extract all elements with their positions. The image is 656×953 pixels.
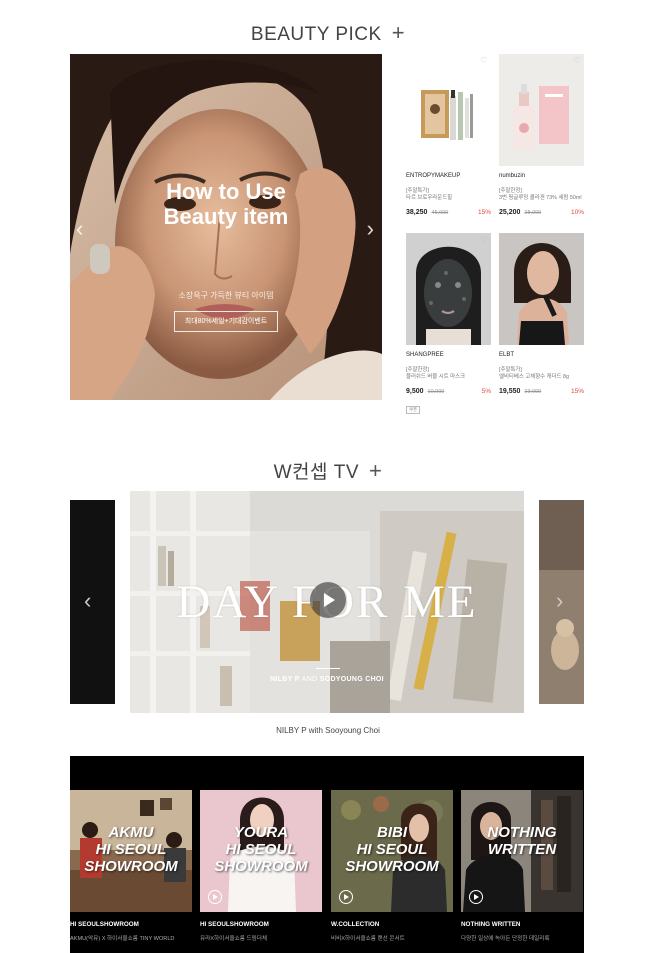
thumb-line: YOURA [233, 824, 289, 841]
showroom-card[interactable]: YOURA HI SEOUL SHOWROOM HI SEOULSHOWROOM… [200, 790, 322, 942]
showroom-card-title[interactable]: HI SEOULSHOWROOM [200, 921, 322, 928]
showroom-card[interactable]: AKMU HI SEOUL SHOWROOM HI SEOULSHOWROOM … [70, 790, 192, 942]
play-icon[interactable] [469, 890, 483, 904]
product-card[interactable]: ELBT [주말특가] 엘비티베스 고체향수 캐더드 8g 19,550 23,0… [499, 233, 584, 398]
thumb-line: WRITTEN [487, 841, 557, 858]
product-image[interactable]: ♡ [406, 54, 491, 166]
product-discount: 15% [570, 388, 584, 395]
showroom-thumbnail[interactable]: YOURA HI SEOUL SHOWROOM [200, 790, 322, 912]
showroom-card-desc: 비비X하이서울쇼룸 랜선 콘서트 [331, 936, 405, 942]
tv-prev-slide[interactable] [70, 500, 115, 704]
product-discount: 10% [570, 209, 584, 216]
showroom-card[interactable]: BIBI HI SEOUL SHOWROOM W.COLLECTION 비비X하… [331, 790, 453, 942]
product-category: [주말특가] [499, 367, 522, 373]
product-name[interactable]: 타르 브로우라운드힐 [406, 193, 491, 201]
beauty-hero-banner[interactable]: How to Use Beauty item 소장욕구 가득한 뷰티 아이템 최… [70, 54, 382, 400]
chevron-left-icon[interactable]: ‹ [84, 588, 91, 614]
showroom-card-title[interactable]: HI SEOULSHOWROOM [70, 921, 192, 928]
product-category: [주말한정] [406, 367, 429, 373]
product-brand: numbuzin [499, 173, 526, 179]
heart-icon[interactable]: ♡ [480, 236, 488, 244]
hero-headline-line1: How to Use [166, 179, 286, 204]
thumb-line: HI SEOUL [225, 841, 297, 858]
product-brand: ELBT [499, 352, 515, 358]
chevron-left-icon[interactable]: ‹ [76, 216, 83, 242]
showroom-thumbnail-text: AKMU HI SEOUL SHOWROOM [70, 824, 192, 875]
showroom-card-title[interactable]: NOTHING WRITTEN [461, 921, 583, 928]
showroom-card-desc: AKMU(악뮤) X 하이서울쇼룸 TINY WORLD [70, 936, 175, 942]
heart-icon[interactable]: ♡ [480, 57, 488, 65]
product-image[interactable] [499, 233, 584, 345]
chevron-right-icon[interactable]: › [556, 588, 563, 614]
play-icon[interactable] [339, 890, 353, 904]
product-image[interactable]: ♡ [406, 233, 491, 345]
plus-icon[interactable]: + [369, 458, 382, 484]
showroom-thumbnail[interactable]: BIBI HI SEOUL SHOWROOM [331, 790, 453, 912]
hero-subtitle: 소장욕구 가득한 뷰티 아이템 [178, 291, 274, 300]
divider [316, 668, 340, 669]
product-discount: 15% [477, 209, 491, 216]
chevron-right-icon[interactable]: › [367, 216, 374, 242]
showroom-thumbnail-text: BIBI HI SEOUL SHOWROOM [331, 824, 453, 875]
showroom-card-desc: 다양한 일상에 녹아든 단정한 데일리룩 [461, 936, 550, 942]
showroom-thumbnail-text: NOTHING WRITTEN [461, 824, 583, 858]
thumb-line: HI SEOUL [356, 841, 428, 858]
product-category: [주말특가] [406, 188, 429, 194]
heart-icon[interactable]: ♡ [573, 57, 581, 65]
product-discount: 5% [481, 388, 491, 395]
thumb-line: SHOWROOM [214, 858, 308, 875]
product-original-price: 23,000 [524, 389, 542, 395]
product-brand: SHANGPREE [406, 352, 444, 358]
product-brand: ENTROPYMAKEUP [406, 173, 461, 179]
tv-video-caption[interactable]: NILBY P with Sooyoung Choi [0, 726, 656, 735]
product-prices: 38,250 45,000 15% [406, 209, 491, 219]
showroom-card[interactable]: NOTHING WRITTEN NOTHING WRITTEN 다양한 일상에 … [461, 790, 583, 942]
wconcept-tv-title-text: W컨셉 TV [273, 462, 360, 483]
coupon-badge: 쿠폰 [406, 406, 421, 414]
product-card[interactable]: ♡ SHANGPREE [주말한정] 블러쉬드 버블 시트 마스크 9,500 1… [406, 233, 491, 416]
thumb-line: AKMU [108, 824, 154, 841]
product-price: 25,200 [499, 209, 521, 216]
beauty-pick-title-text: BEAUTY PICK [250, 24, 382, 45]
product-original-price: 10,000 [427, 389, 445, 395]
play-icon[interactable] [208, 890, 222, 904]
product-name[interactable]: 엘비티베스 고체향수 캐더드 8g [499, 372, 584, 380]
play-icon[interactable] [310, 582, 346, 618]
thumb-line: BIBI [377, 824, 407, 841]
thumb-line: HI SEOUL [95, 841, 167, 858]
product-name[interactable]: 블러쉬드 버블 시트 마스크 [406, 372, 491, 380]
product-original-price: 28,000 [524, 210, 542, 216]
product-category: [주말한정] [499, 188, 522, 194]
showroom-card-desc: 유라X하이서울쇼룸 드림더체 [200, 936, 268, 942]
showroom-thumbnail[interactable]: AKMU HI SEOUL SHOWROOM [70, 790, 192, 912]
wconcept-tv-title[interactable]: W컨셉 TV + [0, 457, 656, 484]
product-card[interactable]: ♡ numbuzin [주말한정] 3번 핑글루밍 콜라겐 73% 세럼 50m… [499, 54, 584, 219]
thumb-line: SHOWROOM [345, 858, 439, 875]
product-prices: 25,200 28,000 10% [499, 209, 584, 219]
hero-headline: How to Use Beauty item [70, 179, 382, 229]
beauty-pick-title[interactable]: BEAUTY PICK + [0, 20, 656, 46]
tv-credit: NILBY P AND SODYOUNG CHOI [130, 676, 524, 683]
product-price: 19,550 [499, 388, 521, 395]
product-price: 38,250 [406, 209, 428, 216]
product-price: 9,500 [406, 388, 424, 395]
tv-credit-a: NILBY P [270, 676, 300, 683]
product-image[interactable]: ♡ [499, 54, 584, 166]
product-original-price: 45,000 [431, 210, 449, 216]
showroom-card-title[interactable]: W.COLLECTION [331, 921, 453, 928]
tv-credit-b: SODYOUNG CHOI [319, 676, 384, 683]
product-prices: 19,550 23,000 15% [499, 388, 584, 398]
product-name[interactable]: 3번 핑글루밍 콜라겐 73% 세럼 50ml [499, 193, 584, 201]
hero-event-button[interactable]: 최대80%세일+기대감이벤트 [174, 311, 278, 332]
showroom-thumbnail[interactable]: NOTHING WRITTEN [461, 790, 583, 912]
showroom-thumbnail-text: YOURA HI SEOUL SHOWROOM [200, 824, 322, 875]
tv-credit-and: AND [301, 676, 318, 683]
plus-icon[interactable]: + [392, 20, 405, 46]
hero-headline-line2: Beauty item [163, 204, 289, 229]
product-card[interactable]: ♡ ENTROPYMAKEUP [주말특가] 타르 브로우라운드힐 38,250… [406, 54, 491, 219]
thumb-line: NOTHING [487, 824, 557, 841]
thumb-line: SHOWROOM [84, 858, 178, 875]
product-prices: 9,500 10,000 5% [406, 388, 491, 398]
